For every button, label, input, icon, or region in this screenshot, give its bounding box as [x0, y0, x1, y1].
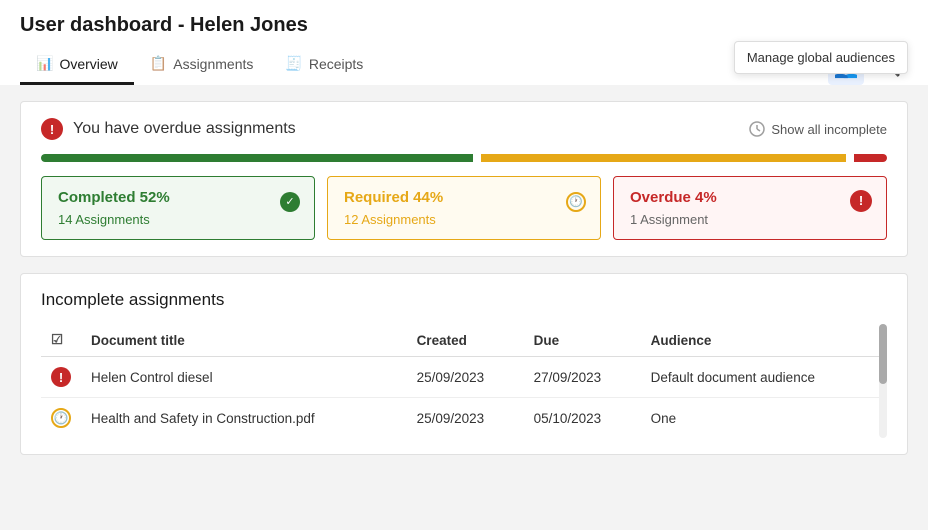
required-title: Required 44% [344, 189, 584, 206]
overdue-card-icon: ! [850, 189, 872, 212]
stat-card-required: Required 44% 12 Assignments 🕐 [327, 176, 601, 240]
stat-card-completed: Completed 52% 14 Assignments ✓ [41, 176, 315, 240]
row-status-icon: 🕐 [51, 408, 71, 428]
row-document-title: Health and Safety in Construction.pdf [81, 398, 407, 439]
tab-receipts[interactable]: 🧾 Receipts [269, 45, 379, 85]
overdue-title: You have overdue assignments [73, 120, 296, 138]
nav-tabs: 📊 Overview 📋 Assignments 🧾 Receipts [20, 37, 379, 85]
overdue-left: ! You have overdue assignments [41, 118, 296, 140]
row-created: 25/09/2023 [407, 398, 524, 439]
clock-circle-icon: 🕐 [566, 192, 586, 212]
col-checkbox: ☑ [41, 324, 81, 357]
row-status-cell: 🕐 [41, 398, 81, 439]
main-content: ! You have overdue assignments Show all … [0, 85, 928, 471]
overdue-banner: ! You have overdue assignments Show all … [41, 118, 887, 140]
incomplete-assignments-section: Incomplete assignments ☑ Document title … [20, 273, 908, 455]
scrollbar-track[interactable] [879, 324, 887, 438]
page-title: User dashboard - Helen Jones [20, 0, 908, 37]
required-icon: 🕐 [566, 189, 586, 212]
overdue-section: ! You have overdue assignments Show all … [20, 101, 908, 257]
row-audience: Default document audience [641, 357, 887, 398]
assignments-table: ☑ Document title Created Due Audience ! … [41, 324, 887, 438]
progress-orange [481, 154, 846, 162]
row-document-title: Helen Control diesel [81, 357, 407, 398]
overdue-card-subtitle: 1 Assignment [630, 212, 870, 227]
row-status-icon: ! [51, 367, 71, 387]
overview-icon: 📊 [36, 55, 53, 72]
show-all-incomplete-link[interactable]: Show all incomplete [749, 121, 887, 137]
clock-icon [749, 121, 765, 137]
row-due: 27/09/2023 [524, 357, 641, 398]
scrollbar-thumb[interactable] [879, 324, 887, 384]
checkbox-icon: ☑ [51, 332, 63, 347]
col-due: Due [524, 324, 641, 357]
exclamation-icon: ! [850, 190, 872, 212]
completed-icon: ✓ [280, 189, 300, 212]
progress-green [41, 154, 473, 162]
assignments-icon: 📋 [150, 55, 167, 72]
top-header: User dashboard - Helen Jones 📊 Overview … [0, 0, 928, 85]
overdue-alert-icon: ! [41, 118, 63, 140]
table-header-row: ☑ Document title Created Due Audience [41, 324, 887, 357]
completed-subtitle: 14 Assignments [58, 212, 298, 227]
row-audience: One [641, 398, 887, 439]
tab-assignments[interactable]: 📋 Assignments [134, 45, 270, 85]
progress-red [854, 154, 887, 162]
row-created: 25/09/2023 [407, 357, 524, 398]
completed-title: Completed 52% [58, 189, 298, 206]
tab-overview[interactable]: 📊 Overview [20, 45, 134, 85]
table-row: ! Helen Control diesel 25/09/2023 27/09/… [41, 357, 887, 398]
row-due: 05/10/2023 [524, 398, 641, 439]
col-document-title: Document title [81, 324, 407, 357]
tooltip-manage-audiences: Manage global audiences [734, 41, 908, 74]
overdue-card-title: Overdue 4% [630, 189, 870, 206]
check-icon: ✓ [280, 192, 300, 212]
stats-cards: Completed 52% 14 Assignments ✓ Required … [41, 176, 887, 240]
required-subtitle: 12 Assignments [344, 212, 584, 227]
assignments-table-wrapper: ☑ Document title Created Due Audience ! … [41, 324, 887, 438]
col-audience: Audience [641, 324, 887, 357]
col-created: Created [407, 324, 524, 357]
progress-bar [41, 154, 887, 162]
incomplete-title: Incomplete assignments [41, 290, 887, 310]
stat-card-overdue: Overdue 4% 1 Assignment ! [613, 176, 887, 240]
top-right-actions: Manage global audiences 👥 🔍 [828, 49, 908, 85]
row-status-cell: ! [41, 357, 81, 398]
table-row: 🕐 Health and Safety in Construction.pdf … [41, 398, 887, 439]
receipts-icon: 🧾 [285, 55, 302, 72]
